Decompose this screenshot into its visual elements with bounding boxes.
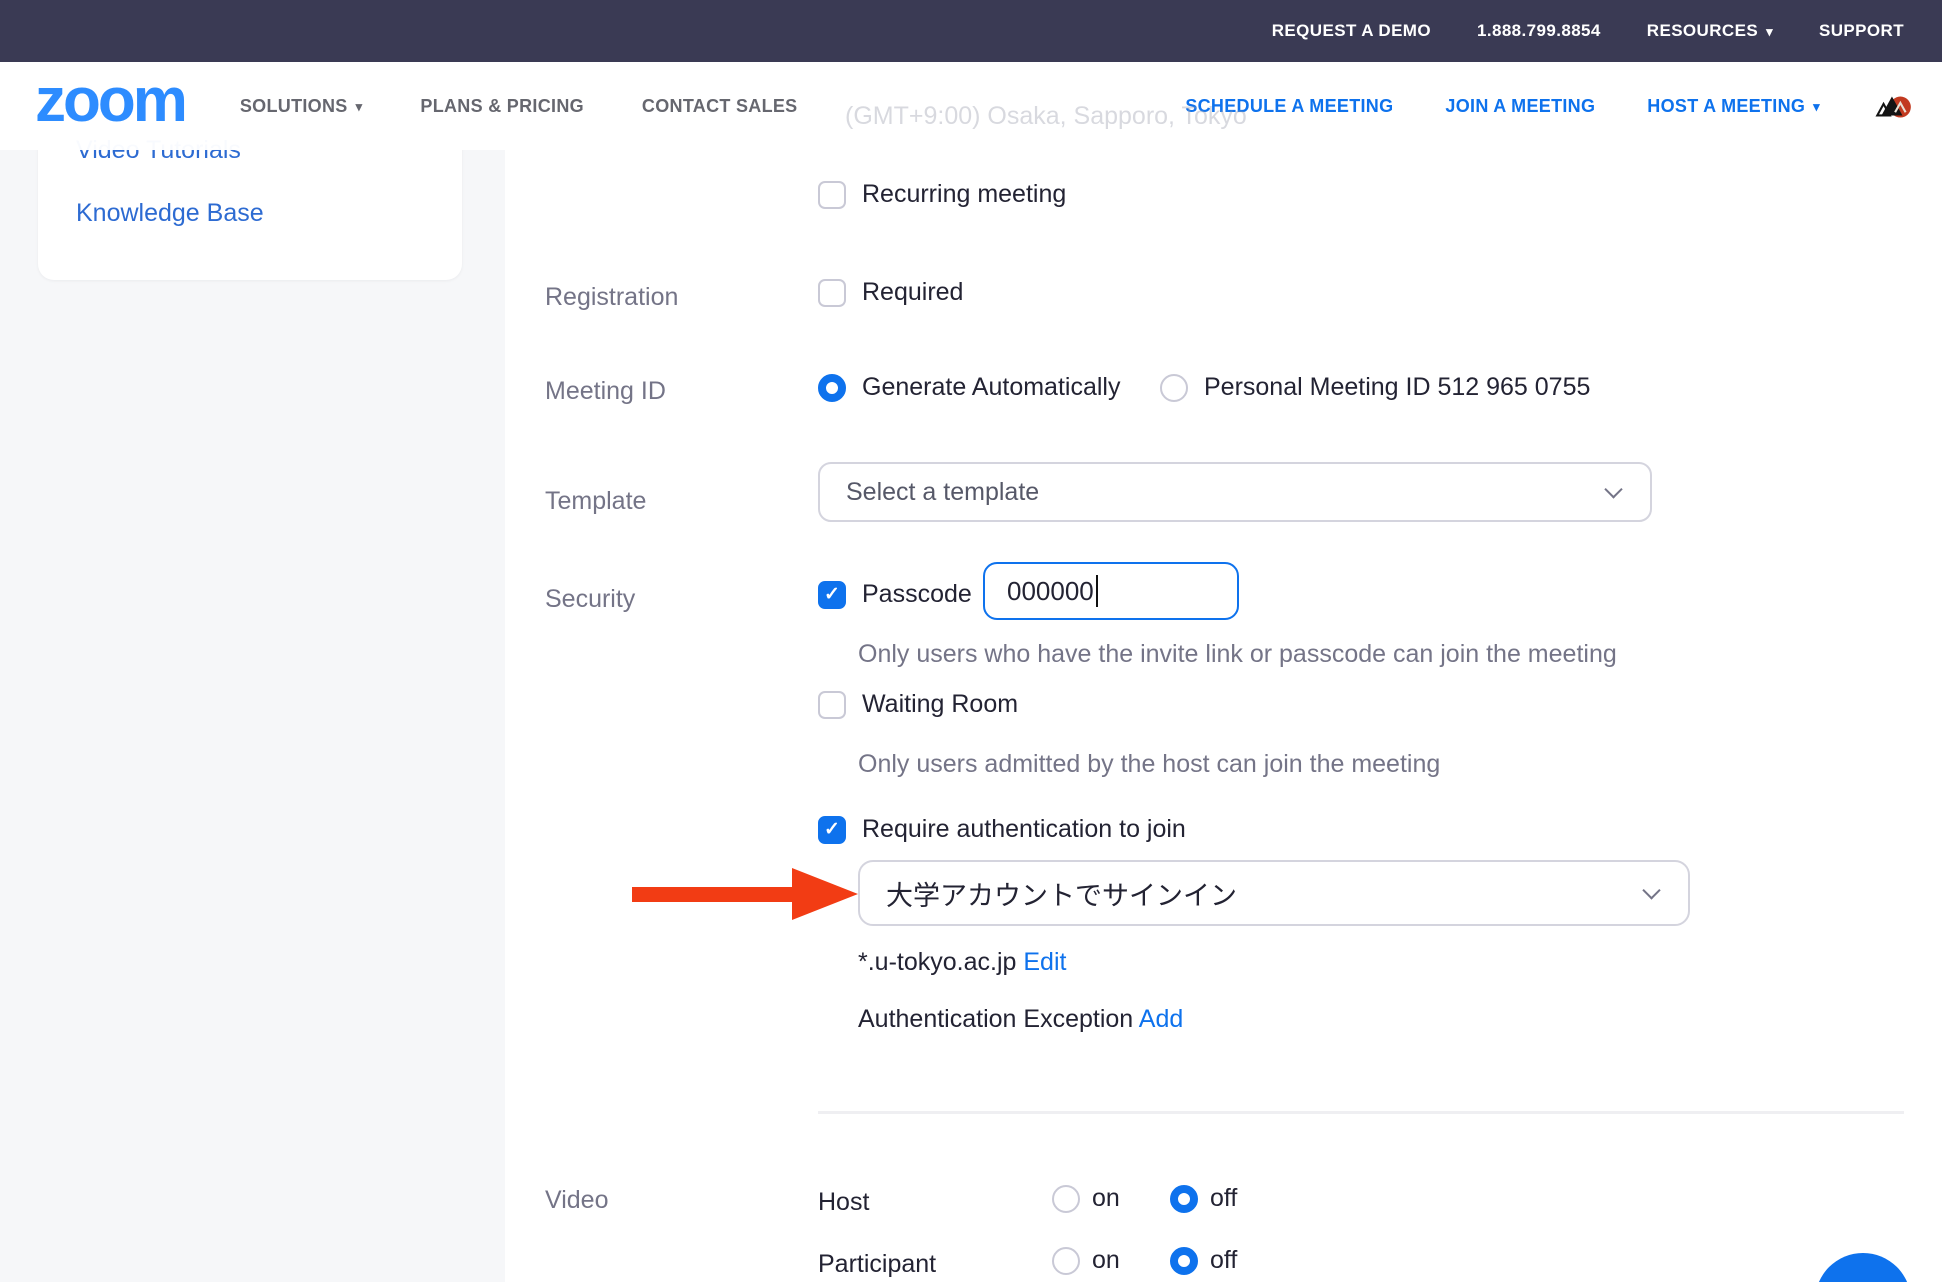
template-select[interactable]: Select a template — [818, 462, 1652, 522]
host-meeting-label: HOST A MEETING — [1647, 96, 1805, 117]
recurring-meeting-checkbox[interactable] — [818, 181, 846, 209]
personal-meeting-id-label: Personal Meeting ID 512 965 0755 — [1204, 373, 1590, 402]
security-label: Security — [545, 585, 635, 614]
passcode-checkbox[interactable]: ✓ — [818, 581, 846, 609]
require-authentication-checkbox[interactable]: ✓ — [818, 816, 846, 844]
registration-required-checkbox[interactable] — [818, 279, 846, 307]
participant-video-on-radio[interactable] — [1052, 1247, 1080, 1275]
registration-required-label: Required — [862, 278, 963, 307]
authentication-method-value: 大学アカウントでサインイン — [886, 874, 1237, 913]
section-divider — [818, 1111, 1904, 1114]
personal-meeting-id-radio[interactable] — [1160, 374, 1188, 402]
waiting-room-checkbox[interactable] — [818, 691, 846, 719]
nav-join-meeting-link[interactable]: JOIN A MEETING — [1445, 96, 1595, 117]
nav-host-meeting-menu[interactable]: HOST A MEETING ▾ — [1647, 96, 1820, 117]
host-video-off-label: off — [1210, 1184, 1237, 1213]
host-video-on-radio[interactable] — [1052, 1185, 1080, 1213]
video-label: Video — [545, 1186, 609, 1215]
help-chat-bubble-button[interactable] — [1815, 1253, 1911, 1282]
auth-exception-label: Authentication Exception — [858, 1005, 1133, 1033]
auth-domain-row: *.u-tokyo.ac.jp Edit — [858, 948, 1066, 977]
generate-automatically-label: Generate Automatically — [862, 373, 1120, 402]
passcode-label: Passcode — [862, 580, 972, 609]
edit-domain-link[interactable]: Edit — [1023, 948, 1066, 976]
nav-contact-sales-link[interactable]: CONTACT SALES — [642, 96, 798, 117]
meeting-id-label: Meeting ID — [545, 377, 666, 406]
utility-topbar: REQUEST A DEMO 1.888.799.8854 RESOURCES … — [0, 0, 1942, 62]
host-video-on-label: on — [1092, 1184, 1120, 1213]
host-video-off-radio[interactable] — [1170, 1185, 1198, 1213]
avatar-mountain-logo-icon — [1872, 85, 1914, 127]
request-demo-link[interactable]: REQUEST A DEMO — [1272, 21, 1431, 41]
auth-domain-value: *.u-tokyo.ac.jp — [858, 948, 1016, 976]
generate-automatically-radio[interactable] — [818, 374, 846, 402]
passcode-help-text: Only users who have the invite link or p… — [858, 640, 1617, 669]
video-participant-label: Participant — [818, 1250, 936, 1279]
require-authentication-label: Require authentication to join — [862, 815, 1186, 844]
zoom-logo[interactable]: zoom — [35, 70, 185, 142]
participant-video-off-radio[interactable] — [1170, 1247, 1198, 1275]
template-label: Template — [545, 487, 646, 516]
chevron-down-icon: ▾ — [1813, 100, 1820, 113]
check-icon: ✓ — [824, 820, 840, 839]
passcode-value: 000000 — [1007, 576, 1094, 607]
template-select-value: Select a template — [846, 478, 1039, 507]
waiting-room-help-text: Only users admitted by the host can join… — [858, 750, 1440, 779]
waiting-room-label: Waiting Room — [862, 690, 1018, 719]
zoom-schedule-meeting-page: Video Tutorials Knowledge Base Recurring… — [0, 0, 1942, 1282]
authentication-method-select[interactable]: 大学アカウントでサインイン — [858, 860, 1690, 926]
red-annotation-arrow — [632, 868, 858, 920]
participant-video-on-label: on — [1092, 1246, 1120, 1275]
registration-label: Registration — [545, 283, 678, 312]
video-host-label: Host — [818, 1188, 869, 1217]
nav-solutions-menu[interactable]: SOLUTIONS ▾ — [240, 96, 363, 117]
check-icon: ✓ — [824, 585, 840, 604]
nav-schedule-meeting-link[interactable]: SCHEDULE A MEETING — [1185, 96, 1393, 117]
main-navbar: (GMT+9:00) Osaka, Sapporo, Tokyo zoom SO… — [0, 62, 1942, 150]
passcode-input[interactable]: 000000 — [983, 562, 1239, 620]
sidebar-item-knowledge-base[interactable]: Knowledge Base — [76, 199, 264, 228]
resources-label: RESOURCES — [1647, 21, 1758, 41]
add-exception-link[interactable]: Add — [1139, 1005, 1183, 1033]
participant-video-off-label: off — [1210, 1246, 1237, 1275]
nav-plans-pricing-link[interactable]: PLANS & PRICING — [420, 96, 584, 117]
auth-exception-row: Authentication Exception Add — [858, 1005, 1183, 1034]
resources-menu[interactable]: RESOURCES ▾ — [1647, 21, 1773, 41]
solutions-label: SOLUTIONS — [240, 96, 348, 117]
recurring-meeting-label: Recurring meeting — [862, 180, 1066, 209]
chevron-down-icon: ▾ — [1766, 25, 1773, 38]
chevron-down-icon — [1642, 881, 1660, 899]
phone-number[interactable]: 1.888.799.8854 — [1477, 21, 1601, 41]
chevron-down-icon — [1604, 480, 1622, 498]
support-link[interactable]: SUPPORT — [1819, 21, 1904, 41]
user-avatar[interactable] — [1872, 85, 1914, 127]
text-cursor — [1096, 575, 1098, 607]
chevron-down-icon: ▾ — [356, 100, 363, 113]
